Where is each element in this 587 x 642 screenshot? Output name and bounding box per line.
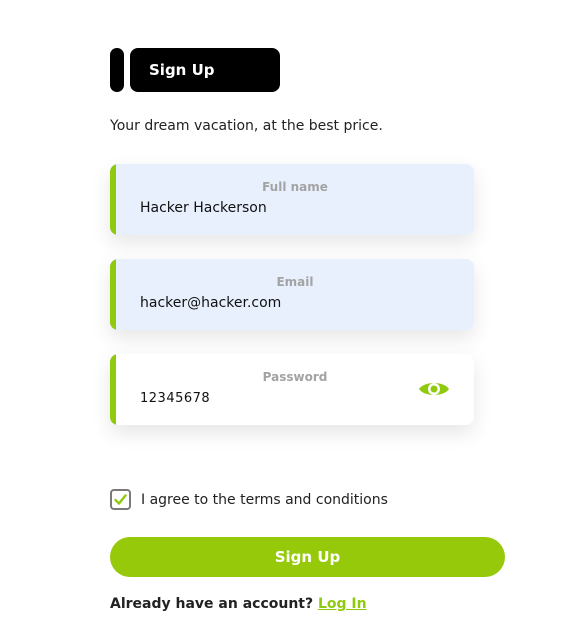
terms-label: I agree to the terms and conditions (141, 491, 388, 508)
signup-page: Sign Up Your dream vacation, at the best… (0, 0, 587, 642)
log-in-link[interactable]: Log In (318, 596, 367, 612)
login-prompt-text: Already have an account? (110, 596, 314, 612)
header: Sign Up (110, 48, 280, 92)
full-name-input[interactable] (140, 200, 400, 216)
full-name-label: Full name (262, 180, 328, 194)
login-prompt: Already have an account? Log In (110, 596, 367, 612)
email-field[interactable]: Email (110, 259, 474, 330)
field-accent-bar (110, 259, 116, 330)
tagline: Your dream vacation, at the best price. (110, 118, 383, 134)
header-title: Sign Up (130, 48, 280, 92)
checkmark-icon (114, 494, 127, 505)
field-accent-bar (110, 164, 116, 235)
terms-checkbox[interactable] (110, 489, 131, 510)
sign-up-button[interactable]: Sign Up (110, 537, 505, 577)
password-field[interactable]: Password (110, 354, 474, 425)
eye-icon[interactable] (418, 378, 450, 400)
email-input[interactable] (140, 295, 400, 311)
header-stub (110, 48, 124, 92)
password-input[interactable] (140, 391, 400, 406)
terms-row: I agree to the terms and conditions (110, 489, 388, 510)
email-label: Email (276, 275, 314, 289)
field-accent-bar (110, 354, 116, 425)
full-name-field[interactable]: Full name (110, 164, 474, 235)
